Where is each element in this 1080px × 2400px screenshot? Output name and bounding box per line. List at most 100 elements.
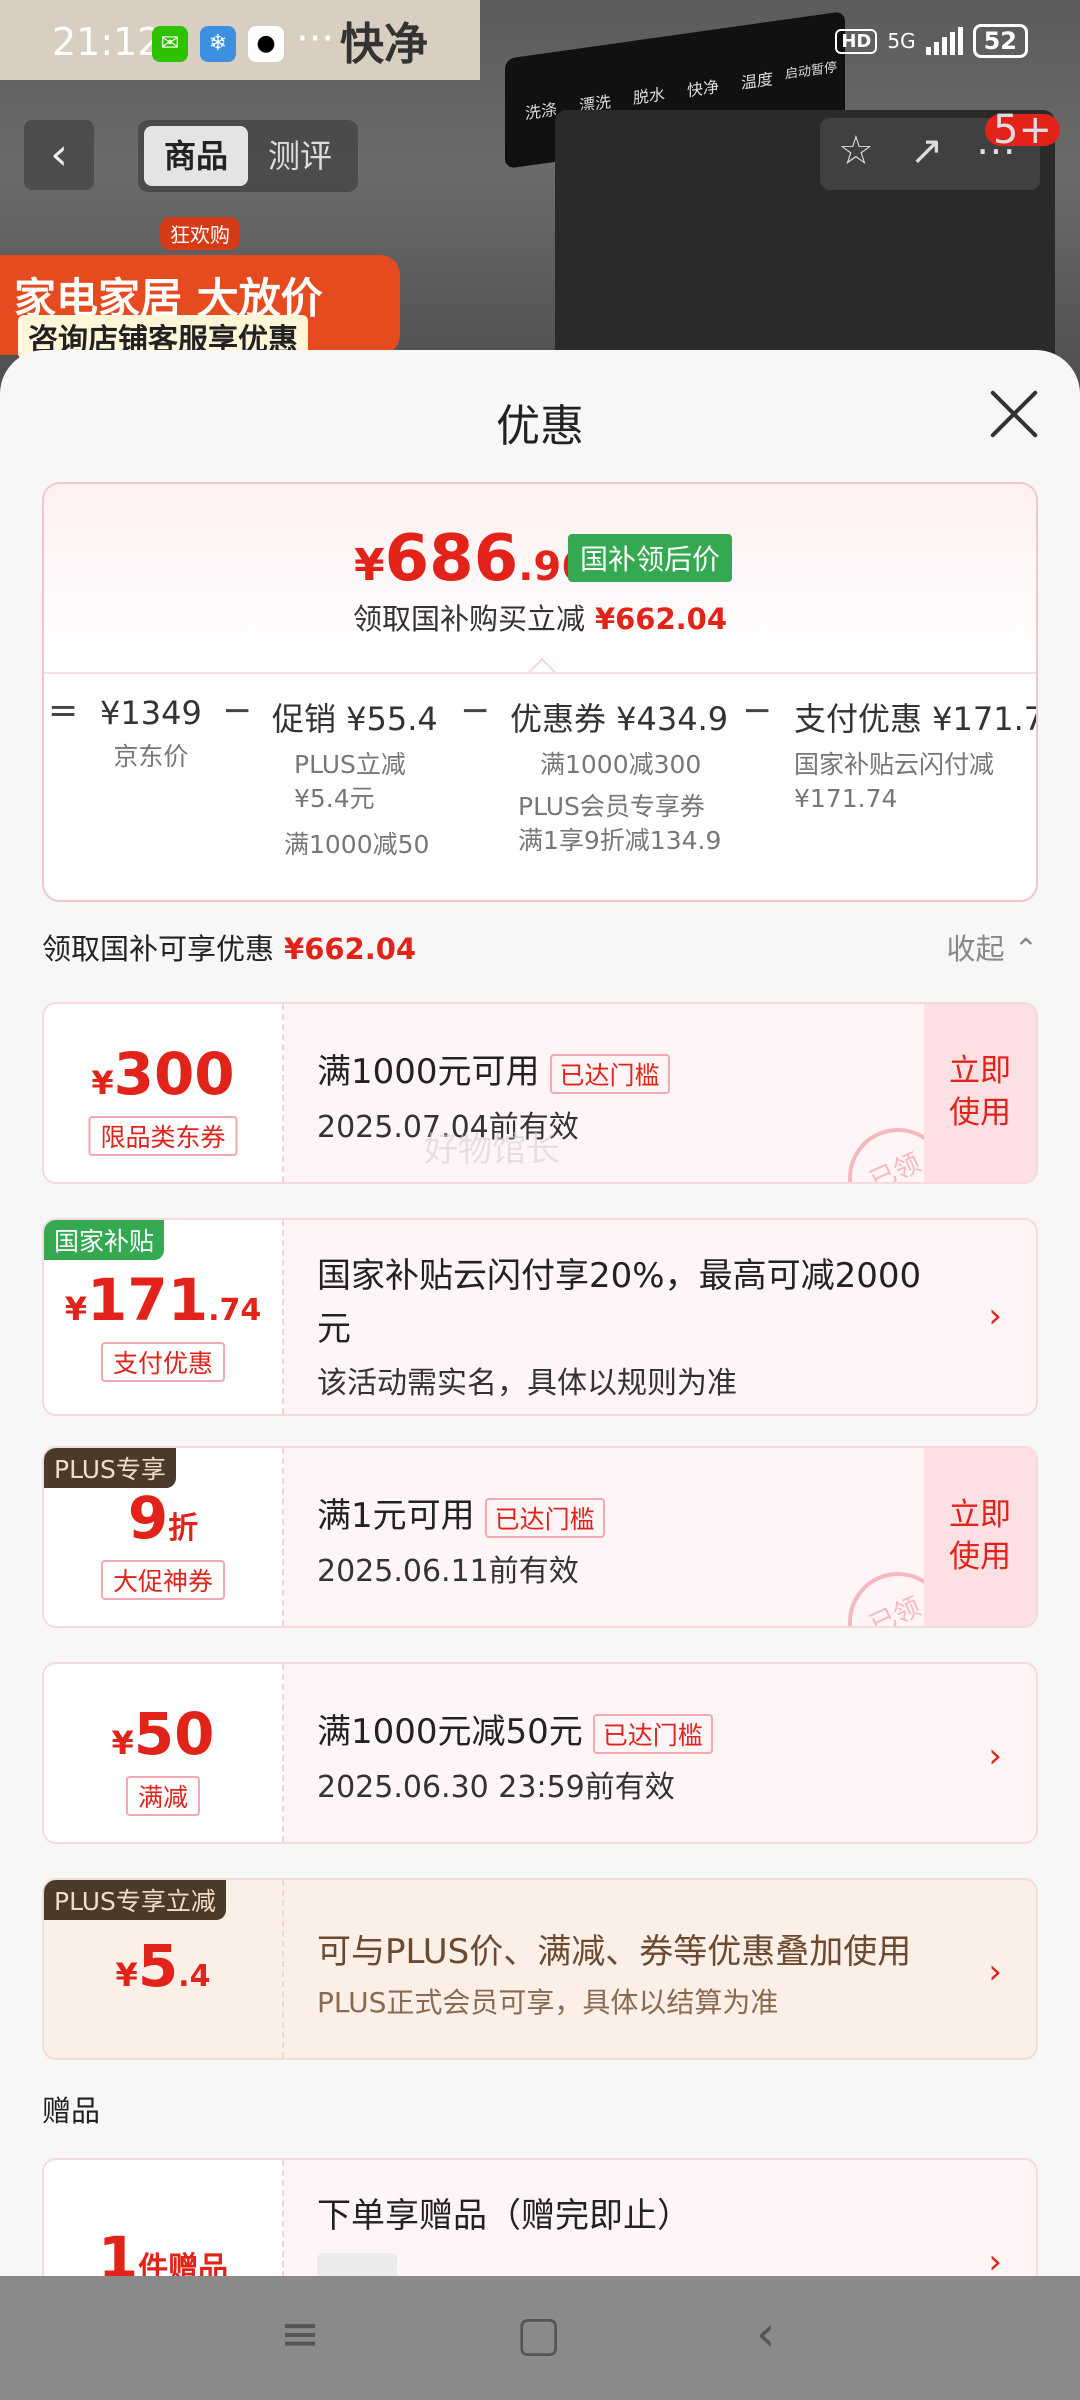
threshold-reached-tag: 已达门槛 [592,1713,713,1754]
chevron-right-icon: › [988,1736,1002,1776]
gift-thumbnail[interactable] [317,2253,397,2276]
tab-product[interactable]: 商品 [144,126,248,186]
promo-line: 满1000减50 [284,830,430,859]
coupon-line: PLUS会员专享券 [518,792,705,821]
section-label-text: 领取国补可享优惠 [42,932,275,966]
subsidy-price-badge: 国补领后价 [568,534,733,582]
coupon-type-tag: 满减 [125,1776,201,1816]
coupon-amount-panel: ¥50 满减 [44,1664,284,1842]
coupon-condition: 可与PLUS价、满减、券等优惠叠加使用 [317,1932,912,1972]
system-navigation-bar: ≡ ▢ ‹ [0,2276,1080,2400]
coupon-value: 171 [87,1266,209,1334]
coupon-decimal: .4 [178,1959,211,1994]
minus-sign: − [460,690,491,731]
coupon-note: PLUS正式会员可享，具体以结算为准 [317,1986,779,2019]
chevron-up-icon: ⌃ [1013,932,1038,966]
gift-card[interactable]: 1件赠品 下单享赠品（赠完即止） › [42,2158,1038,2276]
coupon-condition: 满1000元可用 已达门槛 [317,1044,917,1094]
coupon-details: 国家补贴云闪付享20%，最高可减2000 元 该活动需实名，具体以规则为准 [317,1248,921,1402]
equals-sign: = [48,690,79,731]
payment-column: 支付优惠 ¥171.74 国家补贴云闪付减 ¥171.74 [794,694,1038,816]
corner-badge: 国家补贴 [44,1220,165,1260]
watermark: 好物馆长 [424,1130,560,1170]
tab-review[interactable]: 测评 [248,126,352,186]
coupon-type-tag: 支付优惠 [100,1342,226,1382]
coupon-amount-panel: ¥300 限品类东券 [44,1004,284,1182]
threshold-reached-tag: 已达门槛 [484,1497,605,1538]
subsidy-amount: ¥662.04 [594,602,728,636]
use-now-button[interactable]: 立即 使用 [924,1448,1036,1626]
nav-actions: ☆ ↗ ⋯ 5+ [820,110,1060,190]
coupon-amount: ¥171.74 [44,1266,282,1334]
collapse-button[interactable]: 收起 ⌃ [946,926,1038,968]
coupon-validity: 2025.06.30 23:59前有效 [317,1769,675,1805]
minus-sign: − [222,690,253,731]
coupon-condition-text: 满1000元可用 [317,1052,540,1092]
coupon-details: 满1000元减50元 已达门槛 2025.06.30 23:59前有效 [317,1704,917,1806]
price-summary-card: ¥686.96 国补领后价 领取国补购买立减 ¥662.04 = ¥1349 京东… [42,482,1038,902]
coupon-value: 9 [127,1484,169,1552]
coupon-condition: 满1元可用 已达门槛 [317,1488,917,1538]
summary-divider [44,672,1036,674]
back-button[interactable]: ‹ [24,120,94,190]
close-icon[interactable] [986,386,1042,442]
coupon-amount: 9折 [44,1484,282,1552]
coupon-condition: 满1000元减50元 已达门槛 [317,1704,917,1754]
coupon-details: 满1元可用 已达门槛 2025.06.11前有效 [317,1488,917,1590]
coupon-line: 满1000减300 [540,750,702,779]
coupon-note: 该活动需实名，具体以规则为准 [317,1366,737,1401]
status-bar: 21:12 ✉ ❄ ● ··· HD 5G 52 [0,0,1080,90]
hd-icon: HD [835,28,878,54]
wechat-icon: ✉ [152,26,188,62]
back-nav-icon[interactable]: ‹ [756,2306,775,2362]
coupon-head: 优惠券 ¥434.9 [510,700,729,738]
sale-logo: 狂欢购 [160,217,240,250]
coupon-amount: ¥5.4 [44,1932,282,2000]
coupon-details: 满1000元可用 已达门槛 2025.07.04前有效 [317,1044,917,1146]
promo-line: ¥5.4元 [294,784,375,813]
gift-title: 下单享赠品（赠完即止） [317,2196,691,2236]
subsidy-text: 领取国补购买立减 [352,602,585,636]
coupon-validity: 2025.07.04前有效 [317,1109,579,1145]
coupon-unit: 折 [168,1511,199,1546]
menu-icon[interactable]: ≡ [280,2306,320,2362]
collapse-label: 收起 [946,932,1005,966]
threshold-reached-tag: 已达门槛 [549,1053,670,1094]
promo-line: PLUS立减 [294,750,406,779]
promo-head: 促销 ¥55.4 [272,700,438,738]
corner-badge: PLUS专享立减 [44,1880,226,1920]
clock: 21:12 [52,20,162,64]
coupon-card[interactable]: ¥50 满减 满1000元减50元 已达门槛 2025.06.30 23:59前有… [42,1662,1038,1844]
signal-icon [925,27,963,55]
coupon-line: 满1享9折减134.9 [518,826,722,855]
coupon-amount: ¥50 [44,1700,282,1768]
payment-line: ¥171.74 [794,784,898,813]
use-now-button[interactable]: 立即 使用 [924,1004,1036,1182]
product-tabs: 商品 测评 [138,120,358,192]
share-icon[interactable]: ↗ [910,128,944,174]
status-right: HD 5G 52 [835,24,1028,58]
coupon-amount: ¥300 [44,1040,282,1108]
coupon-card[interactable]: ¥171.74 支付优惠 国家补贴 国家补贴云闪付享20%，最高可减2000 元… [42,1218,1038,1416]
payment-line: 国家补贴云闪付减 [794,750,995,779]
sale-banner: 狂欢购 家电家居 大放价 咨询店铺客服享优惠 [0,217,400,359]
chevron-right-icon: › [988,1952,1002,1992]
home-icon[interactable]: ▢ [516,2306,561,2362]
gift-section-label: 赠品 [42,2094,101,2128]
sheet-title: 优惠 [496,401,584,452]
weather-icon: ❄ [200,26,236,62]
coupon-value: 300 [113,1040,235,1108]
payment-head: 支付优惠 ¥171.74 [794,700,1038,738]
final-price-currency: ¥ [354,540,385,591]
gift-amount-panel: 1件赠品 [44,2160,284,2276]
final-price-integer: 686 [384,522,519,596]
coupon-card[interactable]: ¥5.4 PLUS专享立减 可与PLUS价、满减、券等优惠叠加使用 PLUS正式… [42,1878,1038,2060]
gift-details: 下单享赠品（赠完即止） [317,2188,917,2276]
jd-price: ¥1349 [100,694,202,732]
star-icon[interactable]: ☆ [838,128,874,174]
network-label: 5G [887,29,916,53]
subsidy-section-header: 领取国补可享优惠 ¥662.04 收起 ⌃ [42,926,1038,976]
coupon-type-tag: 大促神券 [100,1560,226,1600]
chevron-right-icon: › [988,2242,1002,2276]
coupon-type-tag: 限品类东券 [88,1116,238,1156]
